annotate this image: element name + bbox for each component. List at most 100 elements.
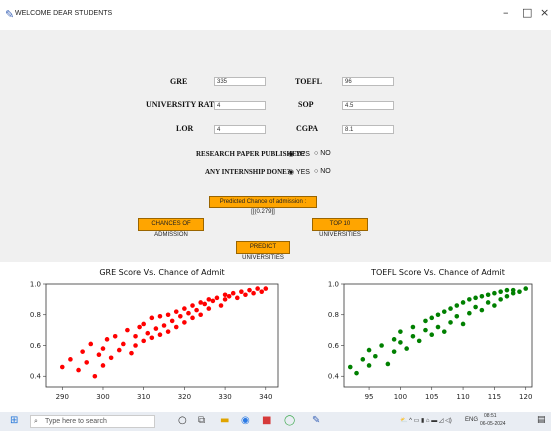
data-point xyxy=(373,353,378,359)
maximize-button[interactable]: □ xyxy=(522,6,532,19)
close-button[interactable]: × xyxy=(540,6,549,19)
rating-input[interactable]: 4 xyxy=(214,101,266,110)
data-point xyxy=(404,346,409,351)
data-point xyxy=(263,286,269,291)
data-point xyxy=(347,364,353,370)
data-point xyxy=(251,290,256,296)
data-point xyxy=(96,352,102,358)
search-icon: ⌕ xyxy=(34,418,38,425)
data-point xyxy=(161,323,167,328)
data-point xyxy=(510,287,516,293)
minimize-button[interactable]: – xyxy=(503,6,509,19)
data-point xyxy=(460,321,466,327)
data-point xyxy=(498,289,503,294)
data-point xyxy=(379,343,384,348)
data-point xyxy=(133,333,138,339)
data-point xyxy=(448,306,453,311)
data-point xyxy=(485,300,491,305)
gre-input[interactable]: 335 xyxy=(214,77,266,86)
toefl-input[interactable]: 96 xyxy=(342,77,394,86)
internship-yes-label: YES xyxy=(295,169,310,176)
file-explorer-icon[interactable]: ▬ xyxy=(220,415,229,426)
data-point xyxy=(429,315,435,321)
data-point xyxy=(454,313,460,319)
app-icon-red[interactable]: ■ xyxy=(262,415,271,426)
internship-yes-radio[interactable]: ◉ YES xyxy=(288,168,310,176)
data-point xyxy=(360,357,366,362)
data-point xyxy=(190,303,195,308)
data-point xyxy=(100,363,106,368)
data-point xyxy=(206,306,212,311)
data-point xyxy=(104,337,110,342)
lor-input[interactable]: 4 xyxy=(214,125,266,134)
data-point xyxy=(460,300,466,305)
x-tick-label: 100 xyxy=(394,393,407,401)
data-point xyxy=(247,287,252,293)
data-point xyxy=(108,355,114,361)
y-tick-label: 0.8 xyxy=(328,311,339,319)
chart-title: GRE Score Vs. Chance of Admit xyxy=(99,268,224,277)
y-tick-label: 0.4 xyxy=(30,373,42,381)
data-point xyxy=(84,360,90,365)
y-tick-label: 1.0 xyxy=(328,281,339,289)
data-point xyxy=(80,349,85,354)
data-point xyxy=(157,313,163,319)
data-point xyxy=(112,333,118,339)
data-point xyxy=(441,329,447,334)
notifications-icon[interactable]: ▤ xyxy=(537,415,546,425)
data-point xyxy=(149,335,155,341)
data-point xyxy=(100,346,106,351)
data-point xyxy=(178,313,183,319)
windows-start-icon[interactable]: ⊞ xyxy=(10,415,18,426)
data-point xyxy=(234,295,240,301)
data-point xyxy=(398,329,403,334)
data-point xyxy=(218,303,224,308)
data-point xyxy=(182,306,187,311)
internship-no-radio[interactable]: ○ NO xyxy=(314,168,331,175)
data-point xyxy=(116,347,122,353)
data-point xyxy=(454,303,460,308)
chances-of-admission-button[interactable]: CHANCES OF ADMISSION xyxy=(138,218,204,238)
predict-universities-button[interactable]: PREDICT UNIVERSITIES xyxy=(236,241,290,261)
clock-time[interactable]: 08:51 xyxy=(484,413,497,419)
x-tick-label: 110 xyxy=(456,393,469,401)
language-indicator[interactable]: ENG xyxy=(465,417,478,423)
data-point xyxy=(391,337,397,342)
window-title: WELCOME DEAR STUDENTS xyxy=(15,10,113,17)
top-10-universities-button[interactable]: TOP 10 UNIVERSITIES xyxy=(312,218,368,238)
task-view-icon[interactable]: ⧉ xyxy=(198,415,205,426)
data-point xyxy=(92,373,98,379)
clock-date[interactable]: 06-05-2024 xyxy=(480,421,506,427)
tray-icons[interactable]: ⛅ ^ ▭ ▮ ⌂ ▬ ◿ ◁) xyxy=(400,417,452,424)
data-point xyxy=(504,287,510,293)
scatter-plots: GRE Score Vs. Chance of Admit 290 300 310 32… xyxy=(30,268,533,401)
data-point xyxy=(448,320,453,325)
data-point xyxy=(141,321,146,327)
data-point xyxy=(435,312,441,318)
app-icon-feather[interactable]: ✎ xyxy=(312,415,320,426)
app-icon-green[interactable]: ◯ xyxy=(284,415,295,426)
x-tick-label: 300 xyxy=(96,393,109,401)
data-point xyxy=(59,364,65,370)
taskbar-search[interactable]: ⌕ Type here to search xyxy=(30,415,155,428)
data-point xyxy=(186,310,191,316)
research-no-radio[interactable]: ○ NO xyxy=(314,150,331,157)
y-tick-label: 0.8 xyxy=(30,311,41,319)
data-point xyxy=(410,333,416,339)
data-point xyxy=(441,309,447,314)
gre-label: GRE xyxy=(170,77,188,86)
data-point xyxy=(259,289,265,294)
data-point xyxy=(157,332,163,338)
sop-input[interactable]: 4.5 xyxy=(342,101,394,110)
cortana-icon[interactable]: ○ xyxy=(178,415,187,426)
data-point xyxy=(504,293,510,299)
app-feather-icon: ✎ xyxy=(5,8,15,21)
data-point xyxy=(129,350,134,356)
plot-frame xyxy=(343,283,533,388)
cgpa-input[interactable]: 8.1 xyxy=(342,125,394,134)
data-point xyxy=(222,297,228,302)
taskbar: ⊞ ⌕ Type here to search ○ ⧉ ▬ ◉ ■ ◯ ✎ ⛅ … xyxy=(0,412,551,431)
chrome-icon[interactable]: ◉ xyxy=(241,415,250,426)
research-yes-radio[interactable]: ◉ YES xyxy=(288,150,310,158)
data-point xyxy=(239,289,244,294)
